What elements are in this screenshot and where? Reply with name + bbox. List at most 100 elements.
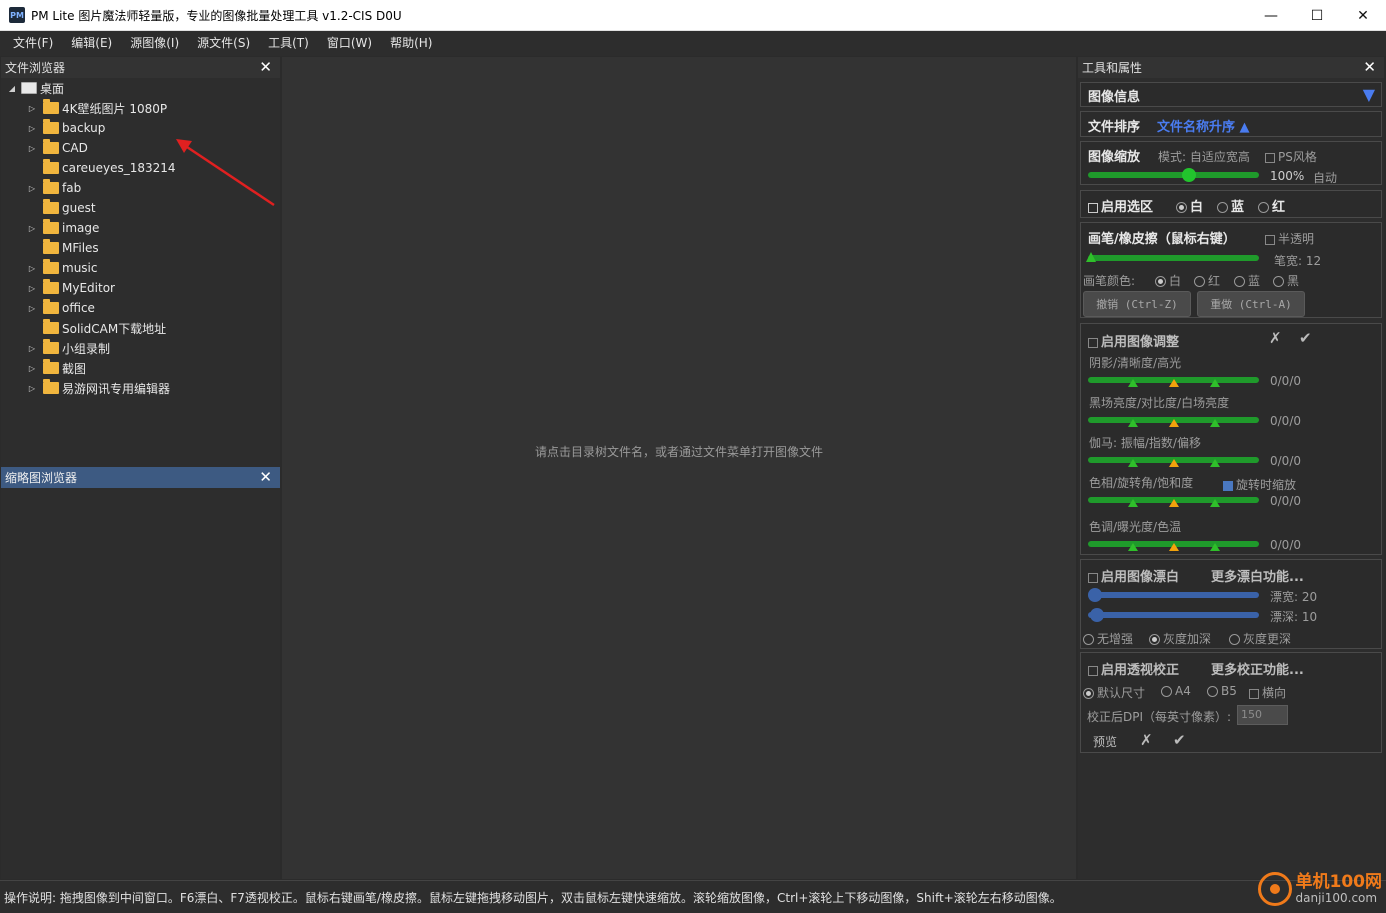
maximize-button[interactable]: ☐ [1294,0,1340,31]
b5-radio[interactable] [1207,686,1218,697]
expand-arrow-icon[interactable]: ▷ [27,124,37,133]
sort-value[interactable]: 文件名称升序 ▲ [1157,116,1250,135]
selection-checkbox[interactable] [1088,202,1098,213]
brush-black-radio[interactable] [1273,276,1284,287]
selection-blue-option[interactable]: 蓝 [1217,196,1244,215]
expand-arrow-icon[interactable]: ▷ [27,384,37,393]
selection-white-radio[interactable] [1176,202,1187,213]
menu-help[interactable]: 帮助(H) [381,31,441,56]
adjust-slider-marker[interactable] [1210,499,1220,507]
tree-item[interactable]: ▷ music [1,258,280,278]
whiten-none-radio[interactable] [1083,634,1094,645]
expand-arrow-icon[interactable]: ▷ [27,264,37,273]
adjust-slider-marker[interactable] [1128,499,1138,507]
whiten-width-slider[interactable] [1088,588,1259,602]
zoom-slider[interactable] [1088,168,1259,182]
whiten-gray-option[interactable]: 灰度加深 [1149,630,1211,647]
perspective-option[interactable]: 启用透视校正 [1088,659,1179,678]
adjust-slider-marker[interactable] [1128,459,1138,467]
expand-arrow-icon[interactable]: ▷ [27,184,37,193]
close-button[interactable]: ✕ [1340,0,1386,31]
adjust-slider-marker[interactable] [1169,499,1179,507]
whiten-deeper-radio[interactable] [1229,634,1240,645]
tree-item[interactable]: MFiles [1,238,280,258]
whiten-option[interactable]: 启用图像漂白 [1088,566,1179,585]
tree-item[interactable]: ▷ 截图 [1,358,280,378]
expand-arrow-icon[interactable]: ▷ [27,344,37,353]
expand-arrow-icon[interactable]: ▷ [27,304,37,313]
adjust-row-slider[interactable] [1088,497,1259,507]
menu-source-file[interactable]: 源文件(S) [188,31,259,56]
default-size-radio[interactable] [1083,688,1094,699]
expand-arrow-icon[interactable]: ▷ [27,284,37,293]
image-info-section[interactable]: 图像信息 ▼ [1080,82,1382,107]
dpi-input[interactable]: 150 [1237,705,1288,725]
menu-file[interactable]: 文件(F) [4,31,62,56]
selection-option[interactable]: 启用选区 [1088,196,1153,215]
expand-arrow-icon[interactable]: ▷ [27,104,37,113]
whiten-more-link[interactable]: 更多漂白功能... [1211,566,1304,585]
menu-edit[interactable]: 编辑(E) [62,31,121,56]
semi-transparent-checkbox[interactable] [1265,234,1275,245]
undo-button[interactable]: 撤销 (Ctrl-Z) [1083,291,1191,317]
tree-item[interactable]: ▷ image [1,218,280,238]
perspective-apply-icon[interactable]: ✔ [1173,731,1186,749]
brush-blue-option[interactable]: 蓝 [1234,272,1260,289]
menu-window[interactable]: 窗口(W) [318,31,381,56]
menu-tools[interactable]: 工具(T) [259,31,318,56]
adjust-slider-marker[interactable] [1169,379,1179,387]
brush-width-slider[interactable] [1086,252,1259,262]
adjust-option[interactable]: 启用图像调整 [1088,331,1179,350]
landscape-option[interactable]: 横向 [1249,684,1286,701]
adjust-slider-marker[interactable] [1210,419,1220,427]
whiten-width-handle[interactable] [1088,588,1102,602]
tree-root[interactable]: ◢ 桌面 [1,78,280,98]
expand-icon[interactable]: ▼ [1363,85,1375,104]
image-canvas[interactable]: 请点击目录树文件名，或者通过文件菜单打开图像文件 [176,57,1076,879]
perspective-more-link[interactable]: 更多校正功能... [1211,659,1304,678]
redo-button[interactable]: 重做 (Ctrl-A) [1197,291,1305,317]
adjust-slider-marker[interactable] [1128,379,1138,387]
adjust-slider-marker[interactable] [1169,459,1179,467]
whiten-deeper-option[interactable]: 灰度更深 [1229,630,1291,647]
brush-black-option[interactable]: 黑 [1273,272,1299,289]
ps-style-checkbox[interactable] [1265,152,1275,163]
adjust-row-slider[interactable] [1088,377,1259,387]
selection-red-radio[interactable] [1258,202,1269,213]
adjust-row-slider[interactable] [1088,457,1259,467]
rotate-zoom-option[interactable]: 旋转时缩放 [1223,476,1296,493]
brush-red-option[interactable]: 红 [1194,272,1220,289]
expand-arrow-icon[interactable]: ▷ [27,364,37,373]
brush-red-radio[interactable] [1194,276,1205,287]
adjust-row-slider[interactable] [1088,541,1259,551]
whiten-depth-slider[interactable] [1088,608,1259,622]
tree-item[interactable]: SolidCAM下载地址 [1,318,280,338]
thumbnail-browser-close-icon[interactable]: ✕ [259,468,272,486]
brush-white-option[interactable]: 白 [1155,272,1181,289]
ps-style-option[interactable]: PS风格 [1265,148,1317,165]
adjust-slider-marker[interactable] [1210,543,1220,551]
tree-item[interactable]: ▷ office [1,298,280,318]
expand-arrow-icon[interactable]: ▷ [27,144,37,153]
semi-transparent-option[interactable]: 半透明 [1265,230,1314,247]
whiten-depth-handle[interactable] [1090,608,1104,622]
landscape-checkbox[interactable] [1249,688,1259,699]
tree-item[interactable]: ▷ 4K壁纸图片 1080P [1,98,280,118]
minimize-button[interactable]: — [1248,0,1294,31]
adjust-checkbox[interactable] [1088,337,1098,348]
file-browser-close-icon[interactable]: ✕ [259,58,272,76]
tools-close-icon[interactable]: ✕ [1363,58,1376,76]
expand-arrow-icon[interactable]: ▷ [27,224,37,233]
adjust-slider-marker[interactable] [1128,419,1138,427]
selection-blue-radio[interactable] [1217,202,1228,213]
tree-item[interactable]: ▷ 易游网讯专用编辑器 [1,378,280,398]
a4-radio[interactable] [1161,686,1172,697]
rotate-zoom-checkbox[interactable] [1223,480,1233,491]
tree-item[interactable]: ▷ 小组录制 [1,338,280,358]
whiten-gray-radio[interactable] [1149,634,1160,645]
selection-red-option[interactable]: 红 [1258,196,1285,215]
collapse-arrow-icon[interactable]: ◢ [7,84,17,93]
adjust-apply-icon[interactable]: ✔ [1299,329,1312,347]
adjust-slider-marker[interactable] [1128,543,1138,551]
adjust-slider-marker[interactable] [1210,459,1220,467]
